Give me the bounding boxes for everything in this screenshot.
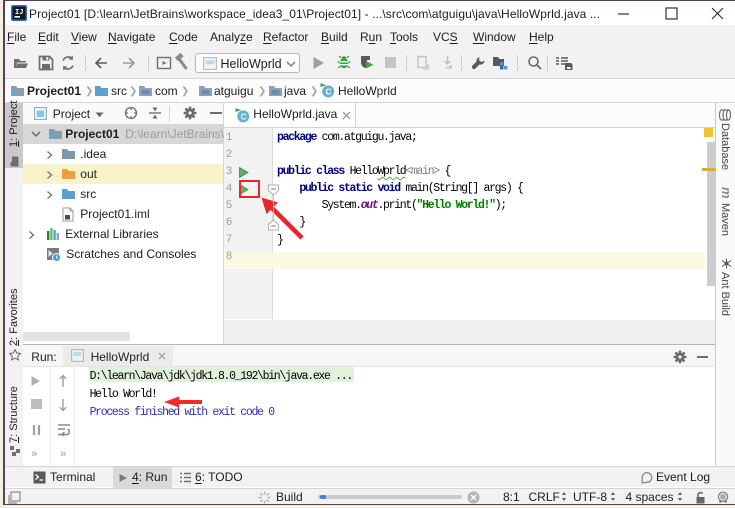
svg-text:IJ: IJ [15,9,23,17]
svg-text:C: C [241,112,247,122]
svg-text:C: C [326,87,332,97]
